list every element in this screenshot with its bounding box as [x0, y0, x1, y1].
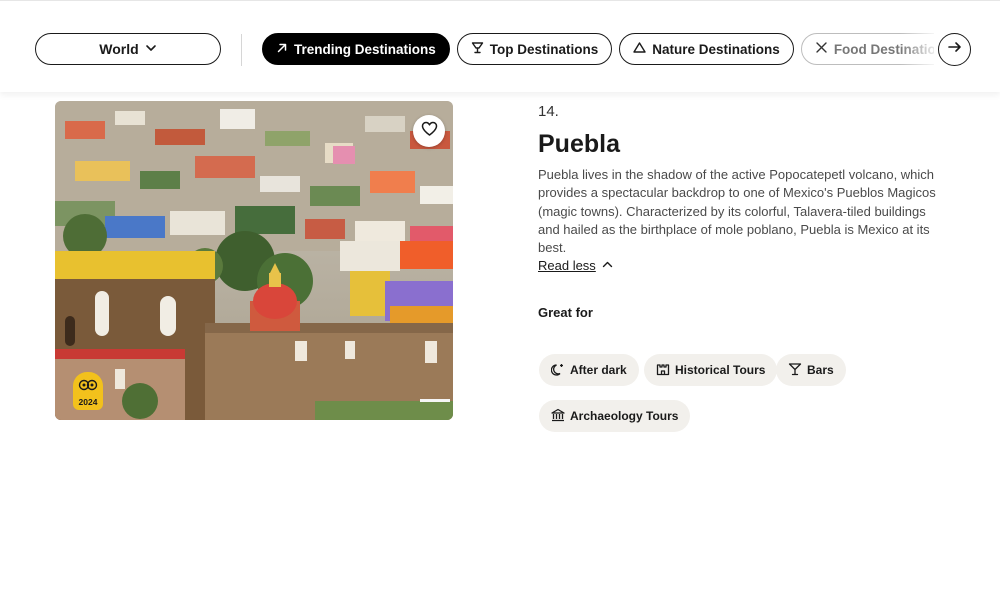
chip-label: Trending Destinations [294, 41, 436, 57]
destination-title: Puebla [538, 130, 620, 158]
region-dropdown[interactable]: World [35, 33, 221, 65]
destination-description: Puebla lives in the shadow of the active… [538, 167, 936, 256]
tag-historical-tours[interactable]: Historical Tours [644, 354, 778, 386]
scroll-next-button[interactable] [938, 33, 971, 66]
tag-bars[interactable]: Bars [776, 354, 846, 386]
tag-archaeology-tours[interactable]: Archaeology Tours [539, 400, 691, 432]
destination-photo: 2024 [55, 101, 453, 420]
filter-divider [241, 34, 242, 66]
puebla-cityscape-image [55, 101, 453, 420]
tag-label: Archaeology Tours [570, 409, 679, 423]
tag-label: Historical Tours [675, 363, 766, 377]
museum-icon [551, 408, 565, 425]
great-for-heading: Great for [538, 305, 593, 320]
destination-rank: 14. [538, 103, 559, 120]
category-chip-list: Trending Destinations Top Destinations N… [262, 33, 934, 65]
chip-list-fade [900, 29, 940, 69]
cocktail-icon [788, 362, 802, 379]
chip-label: Nature Destinations [652, 41, 780, 57]
heart-icon [421, 121, 438, 142]
chip-top-destinations[interactable]: Top Destinations [456, 33, 613, 65]
award-year: 2024 [78, 397, 98, 407]
moon-stars-icon [550, 362, 565, 379]
mountain-icon [633, 41, 646, 57]
fork-knife-icon [815, 41, 828, 57]
tag-after-dark[interactable]: After dark [539, 354, 639, 386]
trending-arrow-icon [276, 42, 288, 57]
read-less-button[interactable]: Read less [538, 258, 613, 273]
chip-label: Top Destinations [489, 41, 599, 57]
tag-label: Bars [807, 363, 834, 377]
trophy-icon [471, 41, 484, 57]
filter-bar: World Trending Destinations Top Destinat… [0, 0, 1000, 92]
chevron-up-icon [602, 258, 613, 273]
owl-logo-icon [78, 378, 98, 397]
castle-icon [656, 362, 670, 379]
arrow-right-icon [947, 39, 963, 60]
region-dropdown-label: World [99, 41, 139, 57]
chip-nature-destinations[interactable]: Nature Destinations [619, 33, 794, 65]
chip-trending-destinations[interactable]: Trending Destinations [262, 33, 450, 65]
chevron-down-icon [145, 41, 157, 57]
tag-label: After dark [570, 363, 627, 377]
travelers-choice-award-badge: 2024 [73, 372, 103, 410]
save-favorite-button[interactable] [413, 115, 445, 147]
read-less-label: Read less [538, 258, 596, 273]
